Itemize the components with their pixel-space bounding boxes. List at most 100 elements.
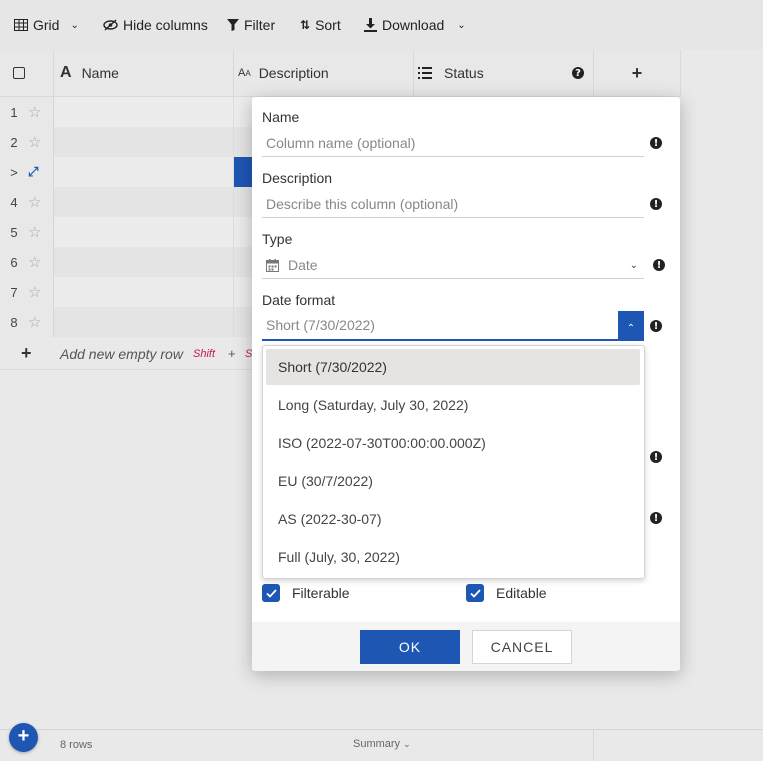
column-status-label: Status (444, 65, 484, 81)
column-name-input[interactable]: Column name (optional) (262, 130, 644, 157)
hide-columns-button[interactable]: Hide columns (103, 14, 208, 36)
ok-button[interactable]: OK (360, 630, 460, 664)
row-header[interactable]: > ⤢ (0, 157, 54, 187)
column-description-input[interactable]: Describe this column (optional) (262, 191, 644, 218)
date-format-option[interactable]: ISO (2022-07-30T00:00:00.000Z) (266, 425, 640, 461)
type-select[interactable]: Date ⌄ (262, 252, 644, 279)
editable-checkbox[interactable] (466, 584, 484, 602)
row-header[interactable]: 6 ☆ (0, 247, 54, 277)
date-format-option[interactable]: EU (30/7/2022) (266, 463, 640, 499)
column-description-placeholder: Describe this column (optional) (266, 196, 459, 212)
column-header-description[interactable]: AA Description (234, 50, 414, 97)
date-format-label: Date format (262, 292, 336, 308)
column-header-status[interactable]: Status ? (414, 50, 594, 97)
toolbar: Grid ⌄ Hide columns Filter ⇅ Sort Downlo… (0, 0, 763, 51)
grid-footer: 8 rows Summary ⌄ (0, 729, 763, 761)
info-icon[interactable]: ! (650, 451, 662, 463)
filterable-label: Filterable (292, 585, 350, 601)
shortcut-plus: + (228, 346, 236, 361)
type-value: Date (288, 257, 318, 273)
info-icon[interactable]: ! (650, 320, 662, 332)
hide-columns-label: Hide columns (123, 17, 208, 33)
date-format-toggle-button[interactable]: ⌃ (618, 311, 644, 341)
row-header[interactable]: 5 ☆ (0, 217, 54, 247)
filterable-checkbox[interactable] (262, 584, 280, 602)
date-format-dropdown: Short (7/30/2022) Long (Saturday, July 3… (262, 345, 645, 579)
eye-slash-icon (103, 19, 118, 31)
filter-icon (227, 19, 239, 31)
expand-row-icon[interactable]: ⤢ (28, 164, 38, 180)
help-icon[interactable]: ? (572, 67, 584, 79)
name-label: Name (262, 109, 300, 125)
download-label: Download (382, 17, 445, 33)
column-name-placeholder: Column name (optional) (266, 135, 416, 151)
date-format-option[interactable]: Full (July, 30, 2022) (266, 539, 640, 575)
grid-view-button[interactable]: Grid ⌄ (14, 14, 79, 36)
name-cell[interactable] (54, 277, 234, 307)
add-row-label: Add new empty row (60, 346, 183, 362)
description-label: Description (262, 170, 333, 186)
info-icon[interactable]: ! (650, 137, 662, 149)
dialog-actions (252, 622, 680, 671)
select-all-header (0, 50, 54, 97)
star-icon[interactable]: ☆ (28, 193, 41, 211)
shortcut-key: Shift (193, 348, 216, 360)
select-all-checkbox[interactable] (12, 67, 25, 79)
grid-icon (14, 19, 28, 31)
name-cell[interactable] (54, 307, 234, 337)
summary-dropdown[interactable]: Summary ⌄ (353, 738, 411, 750)
row-number: 8 (10, 314, 18, 330)
chevron-up-icon: ⌃ (626, 322, 636, 334)
date-format-select[interactable]: Short (7/30/2022) (262, 311, 618, 341)
name-cell[interactable] (54, 97, 234, 127)
star-icon[interactable]: ☆ (28, 133, 41, 151)
filter-button[interactable]: Filter (227, 14, 275, 36)
name-cell[interactable] (54, 217, 234, 247)
star-icon[interactable]: ☆ (28, 223, 41, 241)
plus-icon: + (17, 725, 30, 747)
star-icon[interactable]: ☆ (28, 103, 41, 121)
star-icon[interactable]: ☆ (28, 283, 41, 301)
row-header[interactable]: 1 ☆ (0, 97, 54, 127)
row-number: > (10, 164, 18, 180)
name-cell[interactable] (54, 157, 234, 187)
star-icon[interactable]: ☆ (28, 313, 41, 331)
cancel-button[interactable]: CANCEL (472, 630, 572, 664)
grid-label: Grid (33, 17, 60, 33)
sort-button[interactable]: ⇅ Sort (300, 14, 341, 36)
row-header[interactable]: 7 ☆ (0, 277, 54, 307)
name-cell[interactable] (54, 247, 234, 277)
name-cell[interactable] (54, 127, 234, 157)
column-header-name[interactable]: A Name (54, 50, 234, 97)
plus-icon: + (631, 62, 643, 83)
row-header[interactable]: 2 ☆ (0, 127, 54, 157)
check-icon (469, 588, 481, 598)
row-count: 8 rows (60, 739, 93, 751)
info-icon[interactable]: ! (650, 512, 662, 524)
info-icon[interactable]: ! (653, 259, 665, 271)
calendar-icon (266, 258, 279, 272)
add-column-button[interactable]: + (594, 50, 681, 97)
star-icon[interactable]: ☆ (28, 253, 41, 271)
row-header[interactable]: 8 ☆ (0, 307, 54, 337)
row-number: 1 (10, 104, 18, 120)
row-number: 2 (10, 134, 18, 150)
date-format-option[interactable]: Long (Saturday, July 30, 2022) (266, 387, 640, 423)
name-cell[interactable] (54, 187, 234, 217)
row-header[interactable]: 4 ☆ (0, 187, 54, 217)
download-button[interactable]: Download ⌄ (364, 14, 466, 36)
type-label: Type (262, 231, 293, 247)
column-description-label: Description (258, 65, 329, 81)
text-case-icon: AA (238, 67, 251, 79)
date-format-option[interactable]: AS (2022-30-07) (266, 501, 640, 537)
chevron-down-icon: ⌄ (457, 19, 466, 31)
row-number: 6 (10, 254, 18, 270)
text-type-icon: A (60, 64, 72, 81)
info-icon[interactable]: ! (650, 198, 662, 210)
floating-add-button[interactable]: + (9, 723, 38, 752)
chevron-down-icon: ⌄ (70, 19, 79, 31)
date-format-option[interactable]: Short (7/30/2022) (266, 349, 640, 385)
summary-label: Summary (353, 738, 401, 750)
sort-icon: ⇅ (300, 18, 311, 32)
download-icon (364, 18, 377, 32)
